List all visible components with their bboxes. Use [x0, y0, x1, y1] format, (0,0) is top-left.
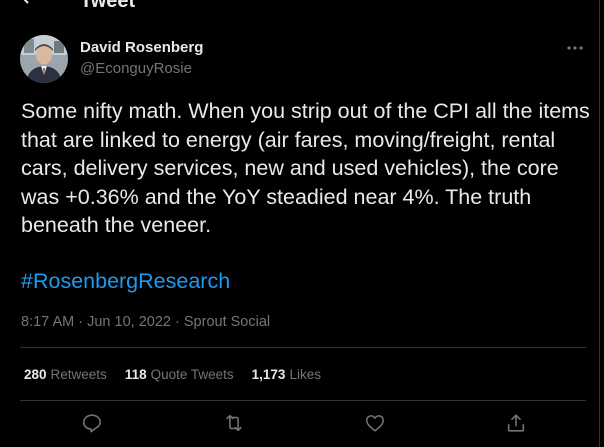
- likes-stat[interactable]: 1,173 Likes: [252, 366, 321, 384]
- tweet-date[interactable]: Jun 10, 2022: [87, 314, 171, 330]
- reply-icon[interactable]: [81, 412, 103, 434]
- author-name[interactable]: David Rosenberg: [80, 39, 203, 57]
- likes-count: 1,173: [251, 367, 286, 382]
- divider: [20, 347, 586, 348]
- quote-tweets-label: Quote Tweets: [150, 367, 234, 382]
- like-icon[interactable]: [364, 412, 386, 434]
- back-arrow-icon[interactable]: [20, 0, 40, 4]
- meta-separator: ·: [175, 314, 180, 330]
- retweets-label: Retweets: [50, 367, 107, 382]
- divider: [20, 400, 586, 401]
- avatar-image: [20, 35, 68, 83]
- quote-tweets-count: 118: [124, 367, 147, 382]
- quote-tweets-stat[interactable]: 118 Quote Tweets: [125, 366, 234, 384]
- tweet-metadata: 8:17 AM · Jun 10, 2022 · Sprout Social: [21, 313, 270, 331]
- share-icon[interactable]: [505, 412, 527, 434]
- avatar[interactable]: [20, 35, 68, 83]
- retweets-count: 280: [24, 367, 47, 382]
- tweet-action-bar: [0, 410, 600, 440]
- meta-separator: ·: [78, 314, 84, 330]
- retweet-icon[interactable]: [223, 412, 245, 434]
- retweets-stat[interactable]: 280 Retweets: [24, 366, 107, 384]
- tweet-source[interactable]: Sprout Social: [184, 314, 270, 330]
- hashtag-link[interactable]: #RosenbergResearch: [21, 267, 230, 295]
- more-icon[interactable]: [565, 40, 585, 56]
- author-handle[interactable]: @EconguyRosie: [80, 60, 192, 78]
- likes-label: Likes: [289, 367, 321, 382]
- page-title: Tweet: [80, 0, 136, 12]
- tweet-text: Some nifty math. When you strip out of t…: [21, 99, 596, 238]
- tweet-time[interactable]: 8:17 AM: [21, 314, 74, 330]
- tweet-detail-panel: Tweet David Rosenberg @EconguyRosie Some…: [0, 0, 600, 447]
- engagement-stats: 280 Retweets 118 Quote Tweets 1,173 Likes: [24, 366, 321, 384]
